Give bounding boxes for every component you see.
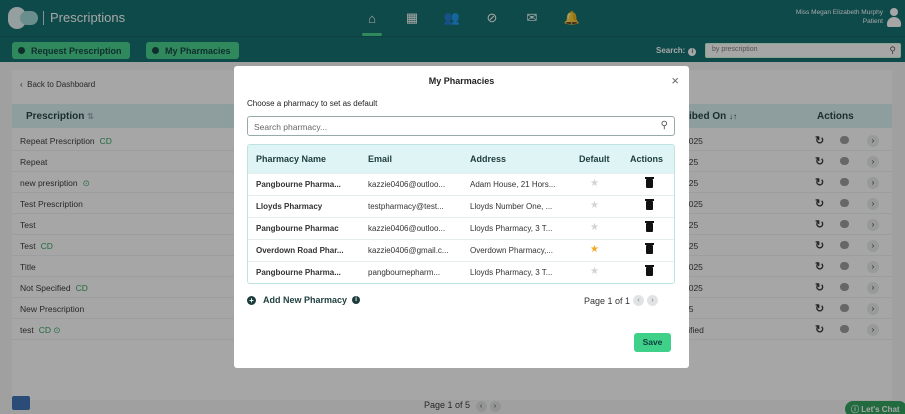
delete-icon[interactable] xyxy=(645,177,654,188)
pharmacy-row[interactable]: Lloyds Pharmacy testpharmacy@test... Lloyd… xyxy=(248,195,674,217)
pharmacy-address: Lloyds Pharmacy, 3 T... xyxy=(470,268,553,277)
pharmacy-table-header: Pharmacy Name Email Address Default Acti… xyxy=(248,145,674,173)
next-page-button[interactable]: › xyxy=(647,295,659,306)
pharmacy-search-placeholder: Search pharmacy... xyxy=(254,122,328,132)
default-star-icon[interactable]: ★ xyxy=(590,244,599,255)
pharmacy-address: Lloyds Number One, ... xyxy=(470,202,553,211)
add-new-pharmacy-button[interactable]: + Add New Pharmacy i xyxy=(247,295,361,305)
modal-subtitle: Choose a pharmacy to set as default xyxy=(247,99,378,108)
header-default: Default xyxy=(579,154,610,164)
default-star-icon[interactable]: ★ xyxy=(590,222,599,233)
pharmacy-name: Overdown Road Phar... xyxy=(256,246,344,255)
close-icon[interactable]: × xyxy=(671,73,679,88)
pharmacy-name: Pangbourne Pharmac xyxy=(256,224,339,233)
default-star-icon[interactable]: ★ xyxy=(590,178,599,189)
modal-title: My Pharmacies xyxy=(428,76,495,86)
pharmacy-row[interactable]: Pangbourne Pharmac kazzie0406@outloo... Ll… xyxy=(248,217,674,239)
pharmacy-address: Lloyds Pharmacy, 3 T... xyxy=(470,224,553,233)
pharmacy-email: kazzie0406@gmail.c... xyxy=(368,246,449,255)
pharmacy-name: Pangbourne Pharma... xyxy=(256,180,341,189)
pharmacy-row[interactable]: Pangbourne Pharma... pangbournepharm... Ll… xyxy=(248,261,674,283)
pharmacy-row[interactable]: Pangbourne Pharma... kazzie0406@outloo...… xyxy=(248,173,674,195)
add-pharmacy-label: Add New Pharmacy xyxy=(263,295,348,305)
pharmacy-email: kazzie0406@outloo... xyxy=(368,224,446,233)
delete-icon[interactable] xyxy=(645,199,654,210)
save-button[interactable]: Save xyxy=(634,333,671,352)
default-star-icon[interactable]: ★ xyxy=(590,200,599,211)
header-actions: Actions xyxy=(630,154,664,164)
pharmacy-address: Adam House, 21 Hors... xyxy=(470,180,556,189)
pharmacy-name: Lloyds Pharmacy xyxy=(256,202,323,211)
delete-icon[interactable] xyxy=(645,265,654,276)
default-star-icon[interactable]: ★ xyxy=(590,266,599,277)
pharmacy-rows: Pangbourne Pharma... kazzie0406@outloo...… xyxy=(248,173,674,283)
search-icon[interactable]: ⚲ xyxy=(661,120,668,131)
prev-page-button[interactable]: ‹ xyxy=(633,295,645,306)
my-pharmacies-modal: My Pharmacies × Choose a pharmacy to set… xyxy=(234,66,689,368)
pharmacy-address: Overdown Pharmacy,... xyxy=(470,246,553,255)
info-icon[interactable]: i xyxy=(352,296,361,304)
pharmacy-search-input[interactable]: Search pharmacy... ⚲ xyxy=(247,116,675,136)
plus-icon: + xyxy=(247,295,256,305)
pharmacy-name: Pangbourne Pharma... xyxy=(256,268,341,277)
delete-icon[interactable] xyxy=(645,221,654,232)
pharmacy-row[interactable]: Overdown Road Phar... kazzie0406@gmail.c.… xyxy=(248,239,674,261)
modal-pagination: Page 1 of 1 ‹ › xyxy=(584,295,659,306)
header-email: Email xyxy=(368,154,393,164)
delete-icon[interactable] xyxy=(645,243,654,254)
pharmacy-email: kazzie0406@outloo... xyxy=(368,180,446,189)
pharmacy-email: testpharmacy@test... xyxy=(368,202,444,211)
pharmacy-table: Pharmacy Name Email Address Default Acti… xyxy=(247,144,675,284)
pharmacy-email: pangbournepharm... xyxy=(368,268,441,277)
header-pharmacy-name: Pharmacy Name xyxy=(256,154,327,164)
header-address: Address xyxy=(470,154,507,164)
modal-pager-label: Page 1 of 1 xyxy=(584,295,631,306)
